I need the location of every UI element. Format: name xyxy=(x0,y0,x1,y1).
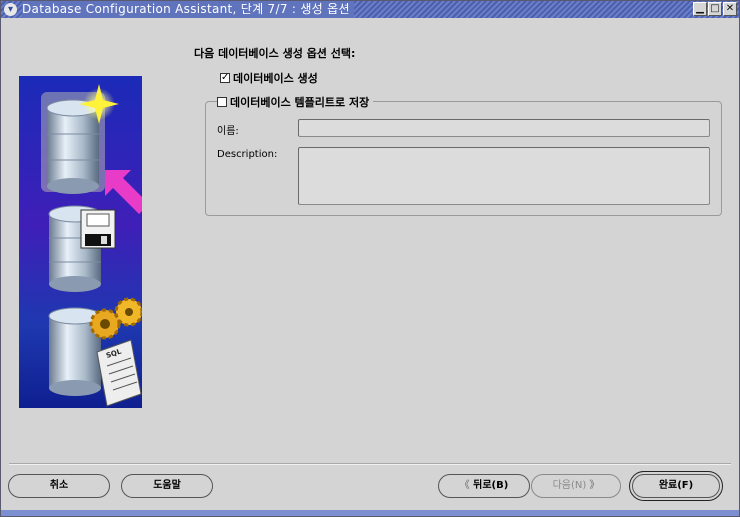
button-separator xyxy=(9,463,731,465)
next-button[interactable]: 다음(N) 》 xyxy=(531,474,621,498)
window-bottom-border xyxy=(1,510,739,516)
description-label: Description: xyxy=(217,149,278,160)
maximize-icon[interactable]: □ xyxy=(708,2,722,16)
database-illustration-icon: SQL xyxy=(41,84,142,407)
create-database-option[interactable]: ✓ 데이터베이스 생성 xyxy=(220,70,318,86)
cancel-button[interactable]: 취소 xyxy=(8,474,110,498)
next-button-label: 다음(N) xyxy=(552,480,587,491)
page-heading: 다음 데이터베이스 생성 옵션 선택: xyxy=(194,47,356,60)
template-name-label: 이름: xyxy=(217,126,239,137)
window-menu-icon[interactable]: ▾ xyxy=(4,3,17,16)
window-title: Database Configuration Assistant, 단계 7/7… xyxy=(22,1,354,18)
back-button-label: 뒤로(B) xyxy=(473,480,509,491)
save-template-checkbox[interactable] xyxy=(217,97,227,107)
create-database-checkbox[interactable]: ✓ xyxy=(220,73,230,83)
template-name-field[interactable] xyxy=(298,119,710,137)
title-bar[interactable]: ▾ Database Configuration Assistant, 단계 7… xyxy=(1,1,739,18)
help-button[interactable]: 도움말 xyxy=(121,474,213,498)
save-template-option[interactable]: 데이터베이스 템플리트로 저장 xyxy=(217,94,374,110)
dca-window: ▾ Database Configuration Assistant, 단계 7… xyxy=(0,0,740,517)
finish-button[interactable]: 완료(F) xyxy=(629,471,723,501)
create-database-label: 데이터베이스 생성 xyxy=(233,72,318,85)
description-field[interactable] xyxy=(298,147,710,205)
next-arrow-icon: 》 xyxy=(589,480,600,491)
close-icon[interactable]: ✕ xyxy=(723,2,737,16)
minimize-icon[interactable]: ▁ xyxy=(693,2,707,16)
window-controls: ▁ □ ✕ xyxy=(693,2,737,16)
save-template-label: 데이터베이스 템플리트로 저장 xyxy=(230,96,370,109)
back-button[interactable]: 《 뒤로(B) xyxy=(438,474,530,498)
back-arrow-icon: 《 xyxy=(459,480,470,491)
wizard-illustration: SQL xyxy=(19,76,142,408)
